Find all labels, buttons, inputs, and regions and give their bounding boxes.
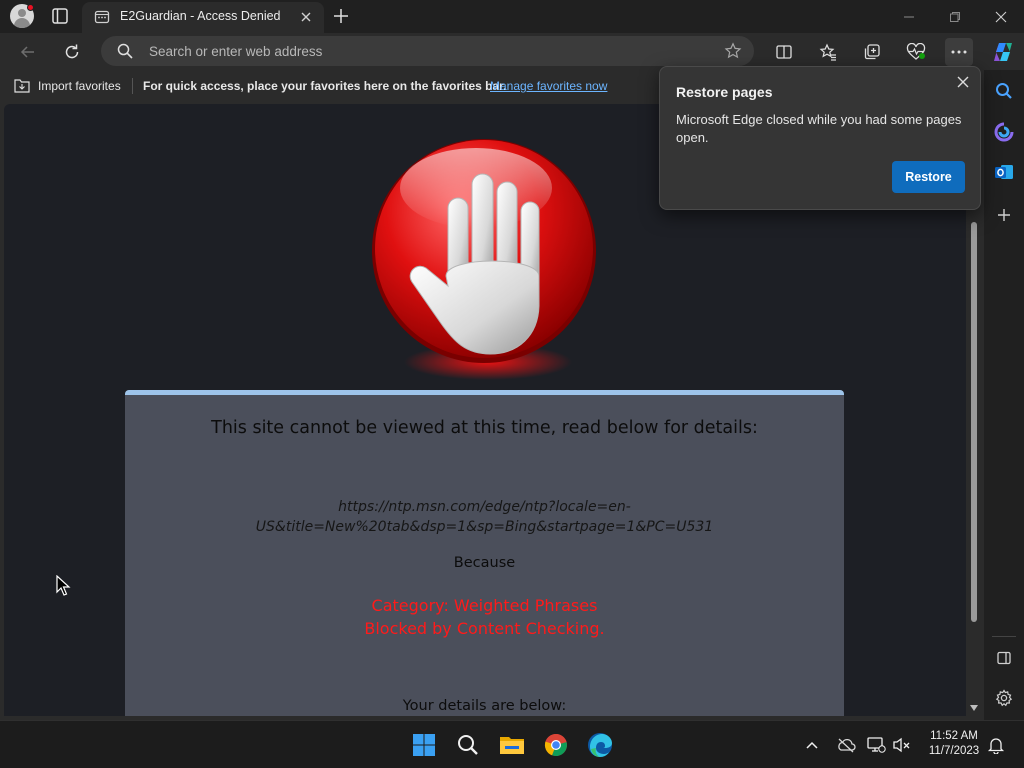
tab-actions-icon[interactable]	[50, 6, 70, 26]
details-label: Your details are below:	[402, 698, 567, 714]
search-icon	[117, 43, 133, 59]
volume-muted-icon[interactable]	[892, 735, 912, 755]
taskbar-clock[interactable]: 11:52 AM 11/7/2023	[918, 729, 990, 759]
import-favorites-icon	[14, 79, 30, 93]
taskbar-search-icon[interactable]	[452, 729, 484, 761]
scrollbar-thumb[interactable]	[971, 222, 977, 622]
sidebar-copilot-icon[interactable]	[992, 120, 1016, 144]
block-reason-detail: Blocked by Content Checking.	[364, 619, 605, 638]
tab-strip: E2Guardian - Access Denied	[0, 0, 1024, 33]
sidebar-add-icon[interactable]	[992, 203, 1016, 227]
popup-body: Microsoft Edge closed while you had some…	[676, 112, 962, 145]
edge-sidebar	[984, 70, 1024, 720]
notifications-bell-icon[interactable]	[986, 735, 1006, 755]
close-window-button[interactable]	[978, 0, 1024, 33]
clock-date: 11/7/2023	[928, 745, 980, 757]
hide-sidebar-icon[interactable]	[992, 646, 1016, 670]
address-placeholder: Search or enter web address	[149, 44, 323, 59]
new-tab-button[interactable]	[330, 5, 352, 27]
toolbar: Search or enter web address	[0, 33, 1024, 70]
block-message-card: This site cannot be viewed at this time,…	[125, 390, 844, 716]
blocked-url: https://ntp.msn.com/edge/ntp?locale=en-U…	[255, 499, 714, 535]
restore-window-button[interactable]	[932, 0, 978, 33]
sidebar-search-icon[interactable]	[992, 79, 1016, 103]
manage-favorites-link[interactable]: Manage favorites now	[490, 79, 607, 93]
because-label: Because	[453, 555, 516, 571]
profile-notification-dot	[27, 4, 34, 11]
stop-hand-icon	[368, 136, 600, 384]
popup-close-icon[interactable]	[954, 73, 972, 91]
back-button[interactable]	[14, 38, 42, 66]
onedrive-offline-icon[interactable]	[836, 735, 856, 755]
favbar-divider	[132, 78, 133, 94]
address-bar[interactable]: Search or enter web address	[101, 36, 754, 66]
restore-pages-popup: Restore pages Microsoft Edge closed whil…	[659, 66, 981, 210]
sidebar-settings-gear-icon[interactable]	[992, 686, 1016, 710]
network-icon[interactable]	[866, 735, 886, 755]
screen: E2Guardian - Access Denied Search or ent…	[0, 0, 1024, 768]
block-heading: This site cannot be viewed at this time,…	[211, 418, 758, 438]
copilot-icon[interactable]	[989, 38, 1017, 66]
settings-and-more-button[interactable]	[945, 38, 973, 66]
favorites-hint-text: For quick access, place your favorites h…	[143, 79, 507, 93]
refresh-button[interactable]	[58, 38, 86, 66]
edge-icon[interactable]	[584, 729, 616, 761]
scroll-down-arrow-icon[interactable]	[968, 700, 980, 712]
split-screen-button[interactable]	[770, 38, 798, 66]
active-tab[interactable]: E2Guardian - Access Denied	[82, 2, 324, 33]
taskbar: 11:52 AM 11/7/2023	[0, 720, 1024, 768]
collections-button[interactable]	[858, 38, 886, 66]
tab-title: E2Guardian - Access Denied	[120, 9, 281, 23]
start-icon[interactable]	[408, 729, 440, 761]
file-explorer-icon[interactable]	[496, 729, 528, 761]
add-favorite-star-icon[interactable]	[724, 42, 742, 60]
sidebar-outlook-icon[interactable]	[992, 160, 1016, 184]
tab-close-icon[interactable]	[298, 9, 314, 25]
minimize-button[interactable]	[886, 0, 932, 33]
import-favorites-button[interactable]: Import favorites	[38, 79, 121, 93]
sidebar-divider	[992, 636, 1016, 637]
popup-title: Restore pages	[676, 84, 773, 100]
favorites-button[interactable]	[814, 38, 842, 66]
chrome-icon[interactable]	[540, 729, 572, 761]
restore-button[interactable]: Restore	[892, 161, 965, 193]
clock-time: 11:52 AM	[930, 730, 978, 742]
page-favicon-icon	[94, 9, 110, 25]
browser-essentials-button[interactable]	[902, 38, 930, 66]
mouse-cursor-icon	[56, 574, 72, 597]
block-reason: Category: Weighted Phrases Blocked by Co…	[125, 594, 844, 640]
block-category: Category: Weighted Phrases	[371, 596, 598, 615]
show-hidden-icons-chevron-icon[interactable]	[802, 735, 822, 755]
